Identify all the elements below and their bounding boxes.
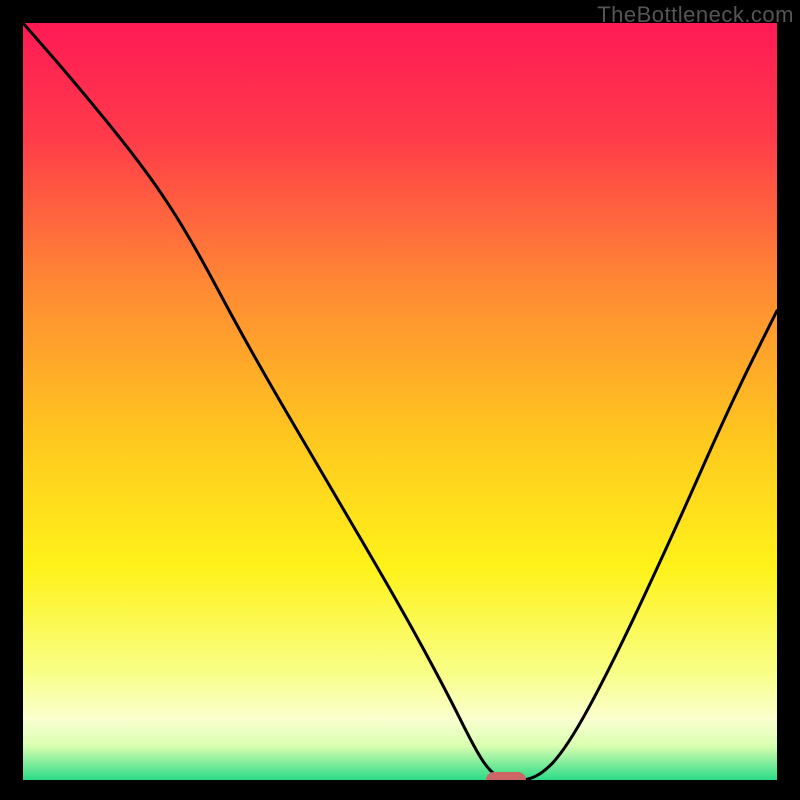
optimal-marker: [486, 772, 526, 780]
plot-background: [23, 23, 777, 780]
plot-svg: [23, 23, 777, 780]
plot-area: [23, 23, 777, 780]
chart-frame: TheBottleneck.com: [0, 0, 800, 800]
watermark-text: TheBottleneck.com: [597, 2, 794, 28]
